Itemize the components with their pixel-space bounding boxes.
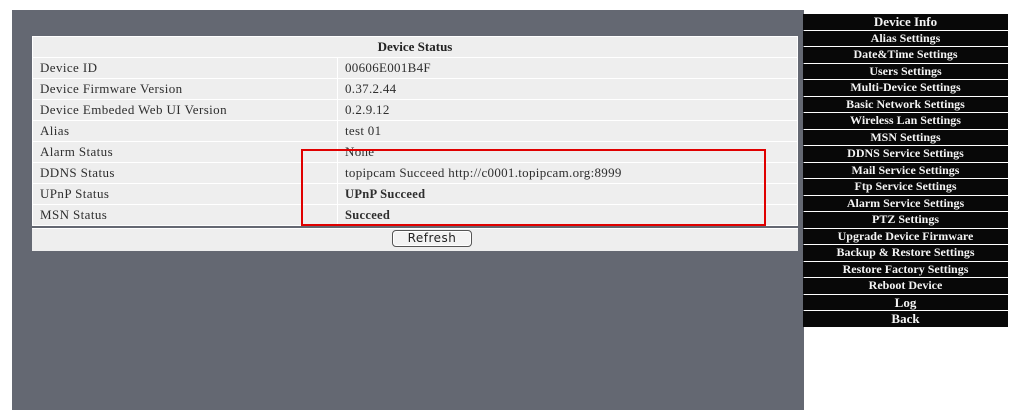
menu-item-multi-device-settings[interactable]: Multi-Device Settings <box>803 80 1008 96</box>
firmware-version-value: 0.37.2.44 <box>337 78 798 100</box>
menu-item-ddns-service-settings[interactable]: DDNS Service Settings <box>803 146 1008 162</box>
upnp-status-label: UPnP Status <box>32 183 338 205</box>
refresh-row: Refresh <box>32 228 798 251</box>
device-id-label: Device ID <box>32 57 338 79</box>
menu-item-basic-network-settings[interactable]: Basic Network Settings <box>803 96 1008 112</box>
table-row-msn-status: MSN Status Succeed <box>32 204 798 226</box>
menu-item-users-settings[interactable]: Users Settings <box>803 63 1008 79</box>
msn-status-label: MSN Status <box>32 204 338 226</box>
settings-menu: Device Info Alias Settings Date&Time Set… <box>803 14 1008 328</box>
device-status-table: Device Status Device ID 00606E001B4F Dev… <box>32 36 798 226</box>
menu-item-mail-service-settings[interactable]: Mail Service Settings <box>803 162 1008 178</box>
ddns-status-label: DDNS Status <box>32 162 338 184</box>
menu-item-alarm-service-settings[interactable]: Alarm Service Settings <box>803 195 1008 211</box>
table-row-upnp-status: UPnP Status UPnP Succeed <box>32 183 798 205</box>
camera-web-ui: Device Status Device ID 00606E001B4F Dev… <box>0 0 1028 416</box>
menu-item-alias-settings[interactable]: Alias Settings <box>803 30 1008 46</box>
table-row-alias: Alias test 01 <box>32 120 798 142</box>
msn-status-value: Succeed <box>337 204 798 226</box>
menu-item-upgrade-device-firmware[interactable]: Upgrade Device Firmware <box>803 228 1008 244</box>
table-header-row: Device Status <box>32 36 798 58</box>
menu-item-back[interactable]: Back <box>803 311 1008 327</box>
menu-item-date-time-settings[interactable]: Date&Time Settings <box>803 47 1008 63</box>
upnp-status-value: UPnP Succeed <box>337 183 798 205</box>
table-row-web-ui-version: Device Embeded Web UI Version 0.2.9.12 <box>32 99 798 121</box>
table-row-device-id: Device ID 00606E001B4F <box>32 57 798 79</box>
menu-item-backup-restore-settings[interactable]: Backup & Restore Settings <box>803 245 1008 261</box>
firmware-version-label: Device Firmware Version <box>32 78 338 100</box>
alias-value: test 01 <box>337 120 798 142</box>
web-ui-version-label: Device Embeded Web UI Version <box>32 99 338 121</box>
menu-item-restore-factory-settings[interactable]: Restore Factory Settings <box>803 261 1008 277</box>
ddns-status-value: topipcam Succeed http://c0001.topipcam.o… <box>337 162 798 184</box>
device-status-title: Device Status <box>32 36 798 58</box>
main-content-panel: Device Status Device ID 00606E001B4F Dev… <box>12 10 804 410</box>
alias-label: Alias <box>32 120 338 142</box>
menu-item-ptz-settings[interactable]: PTZ Settings <box>803 212 1008 228</box>
table-row-firmware-version: Device Firmware Version 0.37.2.44 <box>32 78 798 100</box>
table-row-ddns-status: DDNS Status topipcam Succeed http://c000… <box>32 162 798 184</box>
menu-item-wireless-lan-settings[interactable]: Wireless Lan Settings <box>803 113 1008 129</box>
alarm-status-value: None <box>337 141 798 163</box>
alarm-status-label: Alarm Status <box>32 141 338 163</box>
device-id-value: 00606E001B4F <box>337 57 798 79</box>
web-ui-version-value: 0.2.9.12 <box>337 99 798 121</box>
menu-item-log[interactable]: Log <box>803 294 1008 310</box>
table-row-alarm-status: Alarm Status None <box>32 141 798 163</box>
menu-item-ftp-service-settings[interactable]: Ftp Service Settings <box>803 179 1008 195</box>
menu-item-device-info[interactable]: Device Info <box>803 14 1008 30</box>
menu-item-msn-settings[interactable]: MSN Settings <box>803 129 1008 145</box>
menu-item-reboot-device[interactable]: Reboot Device <box>803 278 1008 294</box>
refresh-button[interactable]: Refresh <box>392 230 472 247</box>
